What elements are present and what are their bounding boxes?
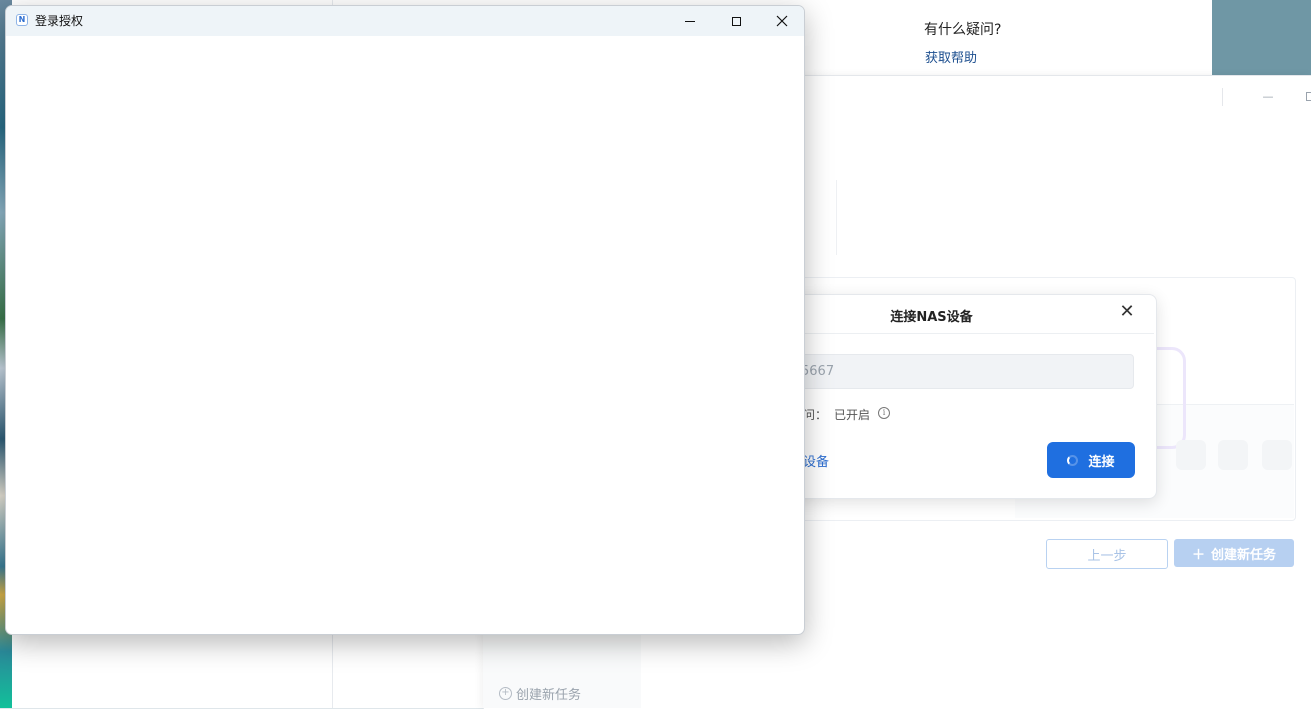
desktop-background-right xyxy=(1212,0,1311,76)
connect-button-label: 连接 xyxy=(1088,454,1115,470)
info-icon[interactable]: i xyxy=(878,407,890,419)
create-new-task-label: 创建新任务 xyxy=(1211,547,1277,563)
placeholder-icon xyxy=(1262,440,1292,470)
previous-step-button[interactable]: 上一步 xyxy=(1046,539,1168,569)
loading-spinner-icon xyxy=(1067,454,1079,466)
titlebar-separator xyxy=(1222,88,1223,106)
other-device-link[interactable]: 设备 xyxy=(803,451,829,470)
access-status: 已开启 xyxy=(834,408,871,422)
minimize-icon[interactable] xyxy=(678,10,702,32)
placeholder-icon xyxy=(1218,440,1248,470)
get-help-link[interactable]: 获取帮助 xyxy=(925,47,977,66)
placeholder-icon xyxy=(1176,440,1206,470)
access-label: 问： xyxy=(803,408,828,422)
plus-circle-icon: + xyxy=(499,687,512,700)
create-new-task-button[interactable]: ＋ 创建新任务 xyxy=(1174,539,1294,567)
maximize-icon[interactable] xyxy=(1306,92,1311,101)
sidebar-create-task-label: 创建新任务 xyxy=(516,688,582,703)
close-icon[interactable] xyxy=(770,10,794,32)
close-icon[interactable]: ✕ xyxy=(1117,302,1137,322)
sidebar-create-task[interactable]: + 创建新任务 xyxy=(499,684,581,703)
minimize-icon[interactable]: — xyxy=(1262,90,1274,104)
nas-address-input[interactable]: 5667 xyxy=(760,354,1134,389)
window-title: 登录授权 xyxy=(35,14,84,28)
app-logo-icon: N xyxy=(16,14,28,26)
help-question: 有什么疑问? xyxy=(924,22,1002,38)
connect-button[interactable]: 连接 xyxy=(1047,442,1135,478)
window-titlebar[interactable]: N 登录授权 xyxy=(6,6,804,36)
maximize-icon[interactable] xyxy=(724,10,748,32)
plus-icon: ＋ xyxy=(1191,547,1205,563)
login-authorization-window: N 登录授权 xyxy=(5,5,805,635)
content-divider xyxy=(836,180,837,255)
